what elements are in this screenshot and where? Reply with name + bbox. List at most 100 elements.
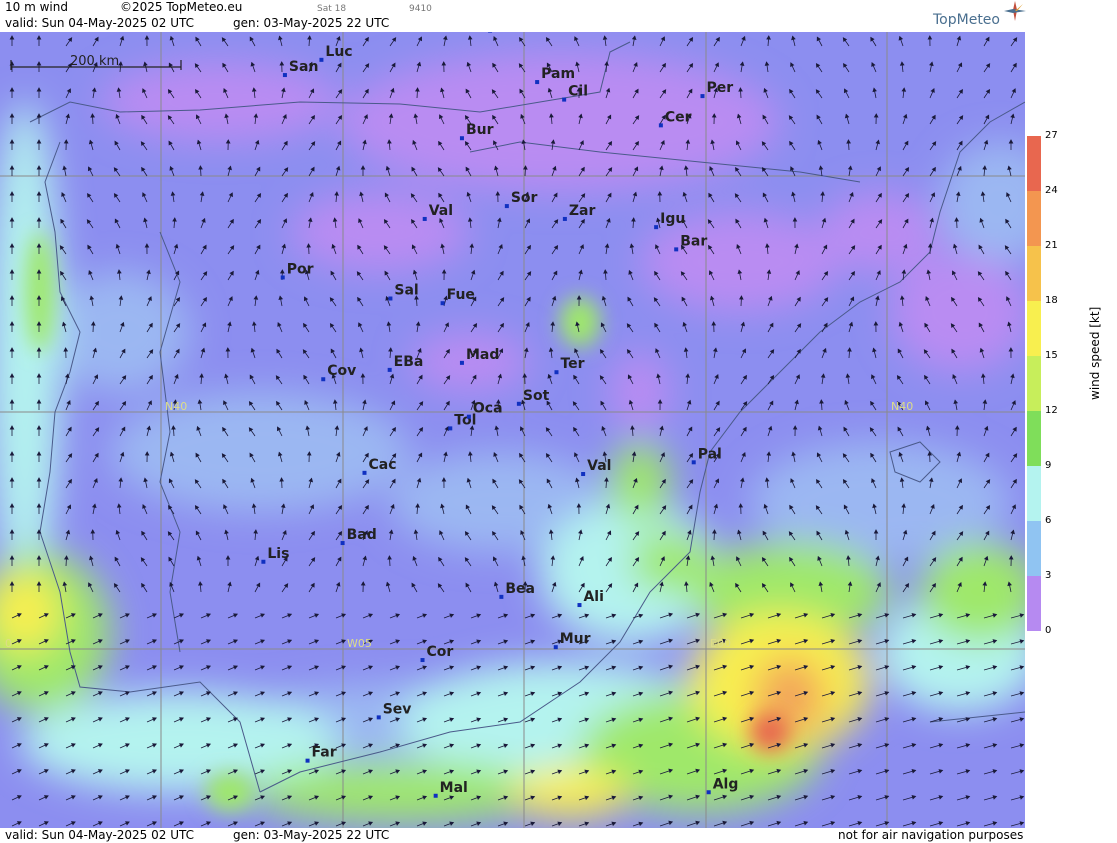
scale-bar-label: 200 km — [70, 54, 119, 69]
colorbar-segment — [1027, 576, 1041, 631]
city-marker — [448, 426, 453, 431]
city-label: Cor — [427, 644, 454, 660]
city-label: Cov — [327, 363, 356, 379]
city-marker — [459, 136, 464, 141]
city-marker — [319, 57, 324, 62]
footer: valid: Sun 04-May-2025 02 UTC gen: 03-Ma… — [0, 828, 1025, 843]
colorbar-tick-label: 3 — [1045, 570, 1052, 581]
city-label: Cil — [568, 84, 588, 100]
city-marker — [466, 414, 471, 419]
wind-map[interactable]: 200 km N40 N40 W05 E00 0 SanLucBilPamCil… — [0, 32, 1025, 828]
city-marker — [440, 301, 445, 306]
colorbar-segment — [1027, 246, 1041, 301]
city-label: Mur — [560, 631, 591, 647]
colorbar-segment — [1027, 191, 1041, 246]
wind-speed-colorbar: 27 24 21 18 15 12 9 6 3 0 — [1027, 128, 1117, 638]
city-label: Sev — [383, 701, 412, 717]
city-label: Val — [587, 458, 611, 474]
city-marker — [459, 360, 464, 365]
satellite-label: Sat 18 — [317, 4, 347, 14]
footer-disclaimer: not for air navigation purposes — [838, 828, 1024, 842]
grid-label-n40-left: N40 — [165, 400, 187, 413]
city-label: Oca — [473, 401, 503, 417]
city-marker — [321, 377, 326, 382]
colorbar-tick-label: 0 — [1045, 625, 1052, 636]
grid-label-w05: W05 — [347, 637, 372, 650]
footer-valid-time: valid: Sun 04-May-2025 02 UTC — [5, 828, 194, 842]
colorbar-segment — [1027, 521, 1041, 576]
city-label: Bur — [466, 122, 494, 138]
city-marker — [658, 123, 663, 128]
city-label: Far — [312, 745, 337, 761]
city-label: Cac — [368, 457, 396, 473]
colorbar-tick-label: 18 — [1045, 295, 1058, 306]
city-marker — [562, 97, 567, 102]
city-marker — [488, 32, 493, 33]
city-label: Mal — [440, 780, 468, 796]
colorbar-segment — [1027, 411, 1041, 466]
city-marker — [581, 472, 586, 477]
product-title: 10 m wind — [5, 0, 68, 14]
city-marker — [433, 793, 438, 798]
city-marker — [305, 758, 310, 763]
city-label: Pam — [541, 66, 575, 82]
grid-label-w10: 0 — [5, 637, 12, 650]
city-marker — [553, 645, 558, 650]
colorbar-segment — [1027, 356, 1041, 411]
grid-label-n40-right: N40 — [891, 400, 913, 413]
city-label: Val — [429, 203, 453, 219]
city-label: Sor — [511, 190, 538, 206]
city-label: Ter — [560, 356, 584, 372]
city-marker — [535, 80, 540, 85]
city-marker — [388, 296, 393, 301]
city-label: Bea — [505, 581, 535, 597]
colorbar-segment — [1027, 301, 1041, 356]
colorbar-tick-label: 27 — [1045, 130, 1058, 141]
city-label: Mad — [466, 347, 499, 363]
city-marker — [577, 603, 582, 608]
colorbar-title: wind speed [kt] — [1088, 306, 1102, 400]
city-label: Fue — [447, 287, 475, 303]
header: 10 m wind ©2025 TopMeteo.eu Sat 18 9410 … — [0, 0, 1026, 32]
city-marker — [674, 247, 679, 252]
city-label: Sal — [394, 283, 418, 299]
colorbar-tick-label: 24 — [1045, 185, 1058, 196]
colorbar-tick-label: 15 — [1045, 350, 1058, 361]
city-label: Per — [706, 80, 733, 96]
gen-time: gen: 03-May-2025 22 UTC — [233, 16, 390, 30]
footer-gen-time: gen: 03-May-2025 22 UTC — [233, 828, 390, 842]
city-marker — [261, 559, 266, 564]
grid-label-e00: E00 — [710, 637, 731, 650]
city-label: Luc — [325, 44, 352, 60]
city-label: Sot — [523, 388, 550, 404]
wind-map-canvas: 200 km N40 N40 W05 E00 0 SanLucBilPamCil… — [0, 32, 1025, 828]
city-label: Cer — [665, 109, 692, 125]
city-marker — [387, 367, 392, 372]
city-marker — [700, 94, 705, 99]
city-marker — [376, 715, 381, 720]
compass-star-icon — [1004, 1, 1026, 21]
valid-time: valid: Sun 04-May-2025 02 UTC — [5, 16, 194, 30]
city-label: Lis — [267, 546, 289, 562]
city-marker — [691, 460, 696, 465]
city-marker — [340, 541, 345, 546]
city-label: San — [289, 59, 319, 75]
city-marker — [654, 225, 659, 230]
city-label: Zar — [569, 203, 596, 219]
city-label: Bar — [680, 233, 707, 249]
colorbar-tick-label: 9 — [1045, 460, 1052, 471]
city-marker — [516, 401, 521, 406]
city-label: Bad — [347, 527, 377, 543]
city-marker — [554, 370, 559, 375]
copyright: ©2025 TopMeteo.eu — [120, 0, 243, 14]
city-label: Ali — [583, 589, 603, 605]
city-marker — [282, 73, 287, 78]
city-marker — [504, 204, 509, 209]
topmeteo-logo: TopMeteo — [933, 12, 1000, 28]
colorbar-segment — [1027, 136, 1041, 191]
colorbar-segment — [1027, 466, 1041, 521]
product-id: 9410 — [409, 4, 432, 14]
city-marker — [706, 790, 711, 795]
city-marker — [420, 658, 425, 663]
city-label: Igu — [660, 211, 685, 227]
